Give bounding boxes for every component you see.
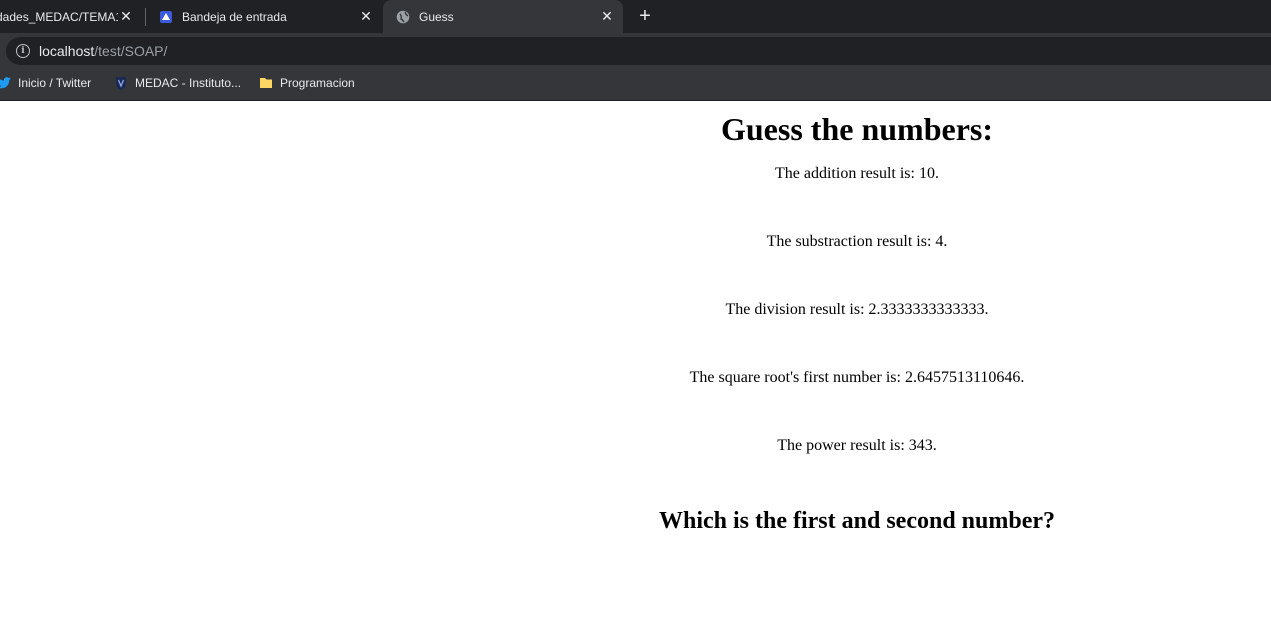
bookmarks-bar: Inicio / Twitter MEDAC - Instituto... Pr… — [0, 68, 1271, 101]
division-result: The division result is: 2.3333333333333. — [725, 301, 989, 318]
page-content: Guess the numbers: The addition result i… — [443, 101, 1271, 535]
bookmark-programacion[interactable]: Programacion — [258, 68, 355, 98]
shield-icon — [113, 75, 129, 91]
bookmark-medac[interactable]: MEDAC - Instituto... — [113, 68, 241, 98]
bookmark-twitter[interactable]: Inicio / Twitter — [0, 68, 91, 98]
tab-bandeja-de-entrada[interactable]: Bandeja de entrada ✕ — [146, 0, 382, 33]
address-bar[interactable]: i localhost/test/SOAP/ — [6, 37, 1271, 65]
addition-result: The addition result is: 10. — [775, 165, 939, 182]
url-text[interactable]: localhost/test/SOAP/ — [39, 43, 167, 59]
tab-title: Guess — [419, 9, 454, 24]
bookmark-label: MEDAC - Instituto... — [135, 76, 242, 90]
blue-logo-icon — [158, 9, 174, 25]
close-icon[interactable]: ✕ — [118, 8, 134, 25]
power-result: The power result is: 343. — [777, 437, 937, 454]
url-path: /test/SOAP/ — [94, 43, 168, 59]
tab-title: Bandeja de entrada — [182, 9, 287, 24]
bookmark-label: Programacion — [280, 76, 355, 90]
bookmark-label: Inicio / Twitter — [18, 76, 92, 90]
substraction-result: The substraction result is: 4. — [766, 233, 948, 250]
tab-strip: dades_MEDAC/TEMA1 ✕ Bandeja de entrada ✕… — [0, 0, 1271, 33]
close-icon[interactable]: ✕ — [358, 8, 374, 25]
close-icon[interactable]: ✕ — [599, 8, 615, 25]
page-title: Guess the numbers: — [720, 111, 993, 147]
info-icon[interactable]: i — [16, 44, 30, 58]
tab-guess[interactable]: Guess ✕ — [383, 0, 623, 33]
globe-icon — [395, 9, 411, 25]
folder-icon — [258, 75, 274, 91]
new-tab-button[interactable]: + — [634, 5, 656, 27]
toolbar: i localhost/test/SOAP/ — [0, 33, 1271, 68]
tab-dades-medac[interactable]: dades_MEDAC/TEMA1 ✕ — [0, 0, 142, 33]
square-root-result: The square root's first number is: 2.645… — [689, 369, 1025, 386]
tab-title: dades_MEDAC/TEMA1 — [0, 9, 118, 24]
twitter-icon — [0, 75, 12, 91]
url-host: localhost — [39, 43, 95, 59]
question-heading: Which is the first and second number? — [658, 508, 1056, 534]
